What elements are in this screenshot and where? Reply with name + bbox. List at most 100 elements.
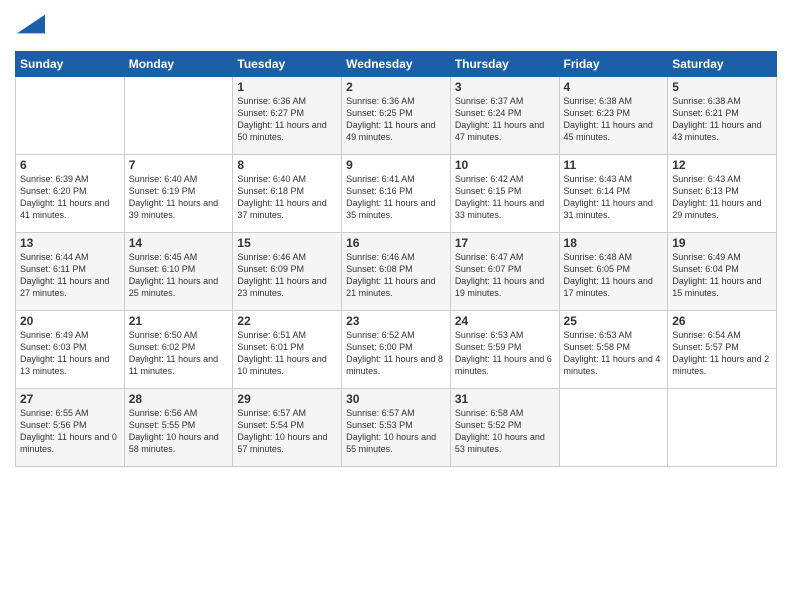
calendar-cell: 17Sunrise: 6:47 AM Sunset: 6:07 PM Dayli… (450, 233, 559, 311)
calendar-cell (16, 77, 125, 155)
day-number: 19 (672, 236, 772, 250)
day-number: 20 (20, 314, 120, 328)
weekday-header-thursday: Thursday (450, 52, 559, 77)
day-info: Sunrise: 6:40 AM Sunset: 6:18 PM Dayligh… (237, 173, 337, 222)
day-number: 27 (20, 392, 120, 406)
day-number: 24 (455, 314, 555, 328)
calendar-cell: 4Sunrise: 6:38 AM Sunset: 6:23 PM Daylig… (559, 77, 668, 155)
day-number: 13 (20, 236, 120, 250)
day-info: Sunrise: 6:55 AM Sunset: 5:56 PM Dayligh… (20, 407, 120, 456)
day-info: Sunrise: 6:37 AM Sunset: 6:24 PM Dayligh… (455, 95, 555, 144)
day-number: 16 (346, 236, 446, 250)
weekday-header-wednesday: Wednesday (342, 52, 451, 77)
calendar-cell: 9Sunrise: 6:41 AM Sunset: 6:16 PM Daylig… (342, 155, 451, 233)
day-info: Sunrise: 6:46 AM Sunset: 6:09 PM Dayligh… (237, 251, 337, 300)
day-info: Sunrise: 6:43 AM Sunset: 6:14 PM Dayligh… (564, 173, 664, 222)
day-number: 3 (455, 80, 555, 94)
day-number: 4 (564, 80, 664, 94)
calendar-cell (668, 389, 777, 467)
calendar-cell: 11Sunrise: 6:43 AM Sunset: 6:14 PM Dayli… (559, 155, 668, 233)
calendar-cell: 14Sunrise: 6:45 AM Sunset: 6:10 PM Dayli… (124, 233, 233, 311)
calendar-week-row: 20Sunrise: 6:49 AM Sunset: 6:03 PM Dayli… (16, 311, 777, 389)
day-number: 7 (129, 158, 229, 172)
day-info: Sunrise: 6:51 AM Sunset: 6:01 PM Dayligh… (237, 329, 337, 378)
day-number: 25 (564, 314, 664, 328)
day-number: 2 (346, 80, 446, 94)
calendar-cell: 2Sunrise: 6:36 AM Sunset: 6:25 PM Daylig… (342, 77, 451, 155)
calendar-week-row: 1Sunrise: 6:36 AM Sunset: 6:27 PM Daylig… (16, 77, 777, 155)
calendar-cell: 1Sunrise: 6:36 AM Sunset: 6:27 PM Daylig… (233, 77, 342, 155)
calendar-week-row: 27Sunrise: 6:55 AM Sunset: 5:56 PM Dayli… (16, 389, 777, 467)
weekday-header-sunday: Sunday (16, 52, 125, 77)
calendar-cell: 20Sunrise: 6:49 AM Sunset: 6:03 PM Dayli… (16, 311, 125, 389)
day-info: Sunrise: 6:49 AM Sunset: 6:03 PM Dayligh… (20, 329, 120, 378)
day-number: 1 (237, 80, 337, 94)
calendar-cell: 29Sunrise: 6:57 AM Sunset: 5:54 PM Dayli… (233, 389, 342, 467)
calendar-cell: 25Sunrise: 6:53 AM Sunset: 5:58 PM Dayli… (559, 311, 668, 389)
day-info: Sunrise: 6:54 AM Sunset: 5:57 PM Dayligh… (672, 329, 772, 378)
day-number: 5 (672, 80, 772, 94)
calendar-cell (124, 77, 233, 155)
day-info: Sunrise: 6:36 AM Sunset: 6:25 PM Dayligh… (346, 95, 446, 144)
day-number: 14 (129, 236, 229, 250)
logo-icon (17, 10, 45, 38)
day-number: 30 (346, 392, 446, 406)
day-number: 28 (129, 392, 229, 406)
day-info: Sunrise: 6:42 AM Sunset: 6:15 PM Dayligh… (455, 173, 555, 222)
calendar-cell: 16Sunrise: 6:46 AM Sunset: 6:08 PM Dayli… (342, 233, 451, 311)
calendar-cell: 5Sunrise: 6:38 AM Sunset: 6:21 PM Daylig… (668, 77, 777, 155)
weekday-header-saturday: Saturday (668, 52, 777, 77)
calendar-cell: 15Sunrise: 6:46 AM Sunset: 6:09 PM Dayli… (233, 233, 342, 311)
day-number: 11 (564, 158, 664, 172)
logo (15, 10, 45, 43)
calendar-cell: 24Sunrise: 6:53 AM Sunset: 5:59 PM Dayli… (450, 311, 559, 389)
day-number: 26 (672, 314, 772, 328)
day-number: 15 (237, 236, 337, 250)
day-number: 6 (20, 158, 120, 172)
day-info: Sunrise: 6:40 AM Sunset: 6:19 PM Dayligh… (129, 173, 229, 222)
day-info: Sunrise: 6:52 AM Sunset: 6:00 PM Dayligh… (346, 329, 446, 378)
day-info: Sunrise: 6:46 AM Sunset: 6:08 PM Dayligh… (346, 251, 446, 300)
day-number: 22 (237, 314, 337, 328)
day-number: 12 (672, 158, 772, 172)
day-number: 8 (237, 158, 337, 172)
day-info: Sunrise: 6:53 AM Sunset: 5:59 PM Dayligh… (455, 329, 555, 378)
day-info: Sunrise: 6:48 AM Sunset: 6:05 PM Dayligh… (564, 251, 664, 300)
calendar-week-row: 13Sunrise: 6:44 AM Sunset: 6:11 PM Dayli… (16, 233, 777, 311)
day-number: 17 (455, 236, 555, 250)
weekday-header-friday: Friday (559, 52, 668, 77)
calendar-cell (559, 389, 668, 467)
calendar-cell: 22Sunrise: 6:51 AM Sunset: 6:01 PM Dayli… (233, 311, 342, 389)
day-number: 10 (455, 158, 555, 172)
day-number: 23 (346, 314, 446, 328)
day-number: 31 (455, 392, 555, 406)
calendar-cell: 27Sunrise: 6:55 AM Sunset: 5:56 PM Dayli… (16, 389, 125, 467)
calendar-cell: 12Sunrise: 6:43 AM Sunset: 6:13 PM Dayli… (668, 155, 777, 233)
calendar-table: SundayMondayTuesdayWednesdayThursdayFrid… (15, 51, 777, 467)
day-info: Sunrise: 6:38 AM Sunset: 6:23 PM Dayligh… (564, 95, 664, 144)
day-info: Sunrise: 6:53 AM Sunset: 5:58 PM Dayligh… (564, 329, 664, 378)
calendar-cell: 6Sunrise: 6:39 AM Sunset: 6:20 PM Daylig… (16, 155, 125, 233)
calendar-cell: 8Sunrise: 6:40 AM Sunset: 6:18 PM Daylig… (233, 155, 342, 233)
weekday-header-row: SundayMondayTuesdayWednesdayThursdayFrid… (16, 52, 777, 77)
day-info: Sunrise: 6:43 AM Sunset: 6:13 PM Dayligh… (672, 173, 772, 222)
calendar-cell: 28Sunrise: 6:56 AM Sunset: 5:55 PM Dayli… (124, 389, 233, 467)
day-info: Sunrise: 6:38 AM Sunset: 6:21 PM Dayligh… (672, 95, 772, 144)
day-info: Sunrise: 6:56 AM Sunset: 5:55 PM Dayligh… (129, 407, 229, 456)
day-info: Sunrise: 6:58 AM Sunset: 5:52 PM Dayligh… (455, 407, 555, 456)
header (15, 10, 777, 43)
day-info: Sunrise: 6:44 AM Sunset: 6:11 PM Dayligh… (20, 251, 120, 300)
day-info: Sunrise: 6:45 AM Sunset: 6:10 PM Dayligh… (129, 251, 229, 300)
calendar-cell: 23Sunrise: 6:52 AM Sunset: 6:00 PM Dayli… (342, 311, 451, 389)
day-number: 18 (564, 236, 664, 250)
calendar-cell: 7Sunrise: 6:40 AM Sunset: 6:19 PM Daylig… (124, 155, 233, 233)
calendar-cell: 26Sunrise: 6:54 AM Sunset: 5:57 PM Dayli… (668, 311, 777, 389)
day-info: Sunrise: 6:47 AM Sunset: 6:07 PM Dayligh… (455, 251, 555, 300)
calendar-week-row: 6Sunrise: 6:39 AM Sunset: 6:20 PM Daylig… (16, 155, 777, 233)
calendar-cell: 19Sunrise: 6:49 AM Sunset: 6:04 PM Dayli… (668, 233, 777, 311)
calendar-cell: 21Sunrise: 6:50 AM Sunset: 6:02 PM Dayli… (124, 311, 233, 389)
day-info: Sunrise: 6:41 AM Sunset: 6:16 PM Dayligh… (346, 173, 446, 222)
calendar-cell: 3Sunrise: 6:37 AM Sunset: 6:24 PM Daylig… (450, 77, 559, 155)
calendar-cell: 18Sunrise: 6:48 AM Sunset: 6:05 PM Dayli… (559, 233, 668, 311)
calendar-cell: 13Sunrise: 6:44 AM Sunset: 6:11 PM Dayli… (16, 233, 125, 311)
